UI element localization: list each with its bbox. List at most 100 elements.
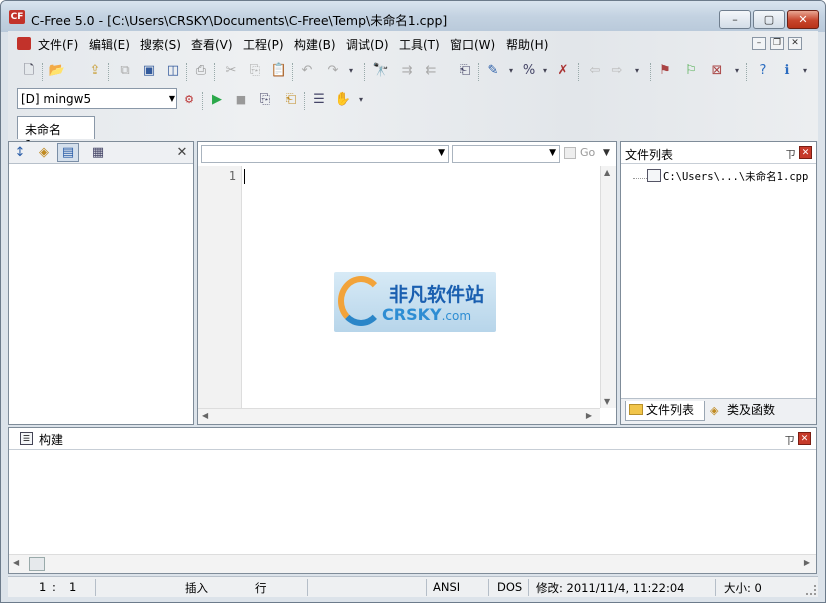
scroll-left-icon[interactable]: ◀ — [202, 411, 208, 420]
build-log-icon[interactable]: ☰ — [310, 91, 328, 109]
build-all-icon[interactable]: ⎗ — [282, 91, 300, 109]
text-caret — [244, 169, 245, 184]
new-file-icon[interactable]: 🗋 — [20, 62, 38, 80]
open-folder-icon[interactable]: 📂 — [48, 62, 66, 80]
status-modified: 修改: 2011/11/4, 11:22:04 — [536, 581, 685, 595]
print-icon[interactable]: ⎙ — [192, 62, 210, 80]
menu-debug[interactable]: 调试(D) — [346, 36, 389, 53]
chevron-down-icon[interactable]: ▼ — [549, 148, 556, 158]
mdi-minimize-button[interactable]: – — [752, 37, 766, 50]
undo-icon[interactable]: ↶ — [298, 62, 316, 80]
build-toolbar: ⚙ ▶ ■ ⎘ ⎗ ☰ ✋ ▾ — [178, 88, 368, 112]
scroll-up-icon[interactable]: ▲ — [604, 168, 610, 177]
mdi-close-button[interactable]: ✕ — [788, 37, 802, 50]
doc-icon — [17, 37, 31, 50]
tab-untitled-cpp[interactable]: 未命名1.cpp — [17, 116, 95, 152]
chevron-down-icon[interactable]: ▼ — [438, 148, 445, 158]
close-icon[interactable]: ✕ — [799, 146, 812, 159]
menu-file[interactable]: 文件(F) — [38, 36, 78, 53]
scroll-right-icon[interactable]: ▶ — [804, 558, 810, 567]
close-icon[interactable]: ✕ — [173, 144, 191, 162]
function-select[interactable]: ▼ — [452, 145, 560, 163]
menu-search[interactable]: 搜索(S) — [140, 36, 181, 53]
scroll-right-icon[interactable]: ▶ — [586, 411, 592, 420]
help-dropdown-icon[interactable]: ▾ — [796, 62, 814, 80]
save-icon[interactable]: ▣ — [140, 62, 158, 80]
mdi-restore-button[interactable]: ❐ — [770, 37, 784, 50]
info-icon[interactable]: ℹ — [778, 62, 796, 80]
title-bar[interactable]: CF C-Free 5.0 - [C:\Users\CRSKY\Document… — [1, 1, 825, 32]
minimize-button[interactable]: – — [719, 10, 751, 29]
menu-window[interactable]: 窗口(W) — [450, 36, 495, 53]
scroll-down-icon[interactable]: ▼ — [604, 397, 610, 406]
tab-classes-functions[interactable]: ◈ 类及函数 — [707, 401, 787, 421]
nav-dropdown-icon[interactable]: ▾ — [628, 62, 646, 80]
list-view-icon[interactable]: ▤ — [57, 143, 79, 162]
code-editor[interactable]: ▼ ▼ Go ▼ 1 非凡软件站 CRSKY.com ▲ ▼ ◀ ▶ — [197, 141, 617, 425]
redo-dropdown-icon[interactable]: ▾ — [342, 62, 360, 80]
find-next-icon[interactable]: ⇉ — [398, 62, 416, 80]
debug-hand-icon[interactable]: ✋ — [334, 91, 352, 109]
bookmark-icon[interactable]: ⚑ — [656, 62, 674, 80]
watermark-en: CRSKY.com — [382, 305, 472, 324]
save-all-icon[interactable]: ◫ — [164, 62, 182, 80]
menu-tools[interactable]: 工具(T) — [399, 36, 440, 53]
uncomment-icon[interactable]: ✗ — [554, 62, 572, 80]
open-recent-icon[interactable]: ⇪ — [86, 62, 104, 80]
file-tree-item[interactable]: C:\Users\...\未命名1.cpp — [663, 169, 808, 184]
run-icon[interactable]: ▶ — [208, 91, 226, 109]
help-icon[interactable]: ? — [754, 62, 772, 80]
close-button[interactable]: ✕ — [787, 10, 819, 29]
pen-tool-icon[interactable]: ✎ — [484, 62, 502, 80]
close-file-icon[interactable]: ⧉ — [116, 62, 134, 80]
vertical-scrollbar[interactable]: ▲ ▼ — [600, 166, 616, 408]
paste-icon[interactable]: 📋 — [270, 62, 288, 80]
pen-dropdown-icon[interactable]: ▾ — [502, 62, 520, 80]
redo-icon[interactable]: ↷ — [324, 62, 342, 80]
menu-build[interactable]: 构建(B) — [294, 36, 336, 53]
class-view-icon[interactable]: ◈ — [35, 144, 53, 162]
stop-icon[interactable]: ■ — [232, 91, 250, 109]
scope-select[interactable]: ▼ — [201, 145, 449, 163]
go-label: Go — [580, 146, 596, 159]
cut-icon[interactable]: ✂ — [222, 62, 240, 80]
replace-icon[interactable]: ⎗ — [456, 62, 474, 80]
compiler-select[interactable]: [D] mingw5 ▼ — [17, 88, 177, 109]
line-number: 1 — [228, 169, 236, 183]
watermark-cn: 非凡软件站 — [389, 284, 485, 306]
bookmark-next-icon[interactable]: ⚐ — [682, 62, 700, 80]
forward-icon[interactable]: ⇨ — [608, 62, 626, 80]
tab-file-list[interactable]: 文件列表 — [625, 401, 705, 421]
horizontal-scrollbar[interactable]: ◀ ▶ — [198, 408, 600, 424]
menu-help[interactable]: 帮助(H) — [506, 36, 548, 53]
chevron-down-icon[interactable]: ▼ — [168, 89, 176, 108]
clear-bookmarks-icon[interactable]: ⊠ — [708, 62, 726, 80]
debug-dropdown-icon[interactable]: ▾ — [352, 91, 370, 109]
back-icon[interactable]: ⇦ — [586, 62, 604, 80]
build-header: ☰ 构建 ㄗ ✕ — [9, 428, 816, 450]
find-icon[interactable]: 🔭 — [372, 62, 390, 80]
go-button[interactable]: Go ▼ — [562, 145, 612, 163]
scroll-left-icon[interactable]: ◀ — [13, 558, 19, 567]
scroll-thumb[interactable] — [29, 557, 45, 571]
maximize-button[interactable]: ▢ — [753, 10, 785, 29]
chevron-down-icon[interactable]: ▼ — [603, 145, 610, 161]
menu-project[interactable]: 工程(P) — [243, 36, 284, 53]
horizontal-scrollbar[interactable]: ◀ ▶ — [9, 554, 816, 573]
close-icon[interactable]: ✕ — [798, 432, 811, 445]
menu-view[interactable]: 查看(V) — [191, 36, 233, 53]
pin-icon[interactable]: ㄗ — [785, 146, 796, 162]
compiler-options-icon[interactable]: ⚙ — [180, 91, 198, 109]
copy-icon[interactable]: ⎘ — [246, 62, 264, 80]
status-line: 1 — [39, 580, 47, 594]
bookmark-dropdown-icon[interactable]: ▾ — [728, 62, 746, 80]
comment-dropdown-icon[interactable]: ▾ — [536, 62, 554, 80]
find-prev-icon[interactable]: ⇇ — [422, 62, 440, 80]
resize-grip-icon[interactable] — [806, 585, 816, 595]
sort-az-icon[interactable]: ↕ — [11, 144, 29, 162]
compile-icon[interactable]: ⎘ — [256, 91, 274, 109]
menu-edit[interactable]: 编辑(E) — [89, 36, 130, 53]
class-browser-toolbar: ↕ ◈ ▤ ▦ ✕ — [9, 142, 193, 164]
pin-icon[interactable]: ㄗ — [784, 432, 795, 448]
properties-icon[interactable]: ▦ — [89, 144, 107, 162]
